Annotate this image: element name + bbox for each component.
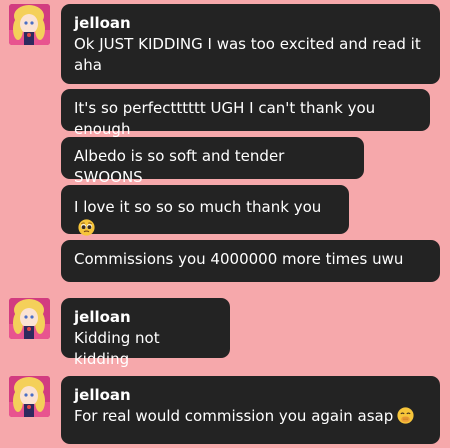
- message-text: Ok JUST KIDDING I was too excited and re…: [74, 35, 421, 74]
- avatar[interactable]: [9, 298, 50, 339]
- message-bubble: jelloan Ok JUST KIDDING I was too excite…: [61, 4, 440, 84]
- message-bubble: Albedo is so soft and tender SWOONS: [61, 137, 364, 186]
- face-with-hand-over-mouth-emoji-icon: [397, 407, 414, 424]
- sailor-moon-avatar-icon: [9, 376, 50, 417]
- message-text: Kidding not kidding: [74, 329, 160, 368]
- avatar[interactable]: [9, 376, 50, 417]
- message-group: jelloan For real would commission you ag…: [0, 376, 450, 448]
- message-group: jelloan Kidding not kidding: [0, 298, 450, 368]
- message-text-content: I love it so so so much thank you: [74, 198, 322, 216]
- message-bubble: It's so perfectttttt UGH I can't thank y…: [61, 89, 430, 138]
- message-group: jelloan Ok JUST KIDDING I was too excite…: [0, 0, 450, 290]
- message-bubble: I love it so so so much thank you: [61, 185, 349, 236]
- message-text: I love it so so so much thank you: [74, 197, 337, 239]
- message-text: Commissions you 4000000 more times uwu: [74, 250, 404, 268]
- username[interactable]: jelloan: [74, 385, 428, 406]
- message-text-content: For real would commission you again asap: [74, 407, 394, 425]
- message-text: It's so perfectttttt UGH I can't thank y…: [74, 99, 376, 138]
- message-text: For real would commission you again asap: [74, 406, 428, 427]
- message-bubble: jelloan Kidding not kidding: [61, 298, 230, 368]
- message-bubble: Commissions you 4000000 more times uwu: [61, 240, 440, 282]
- avatar[interactable]: [9, 4, 50, 45]
- sailor-moon-avatar-icon: [9, 298, 50, 339]
- message-text: Albedo is so soft and tender SWOONS: [74, 147, 285, 186]
- username[interactable]: jelloan: [74, 307, 218, 328]
- message-bubble: jelloan For real would commission you ag…: [61, 376, 440, 444]
- sailor-moon-avatar-icon: [9, 4, 50, 45]
- pleading-face-emoji-icon: [78, 219, 95, 236]
- username[interactable]: jelloan: [74, 13, 428, 34]
